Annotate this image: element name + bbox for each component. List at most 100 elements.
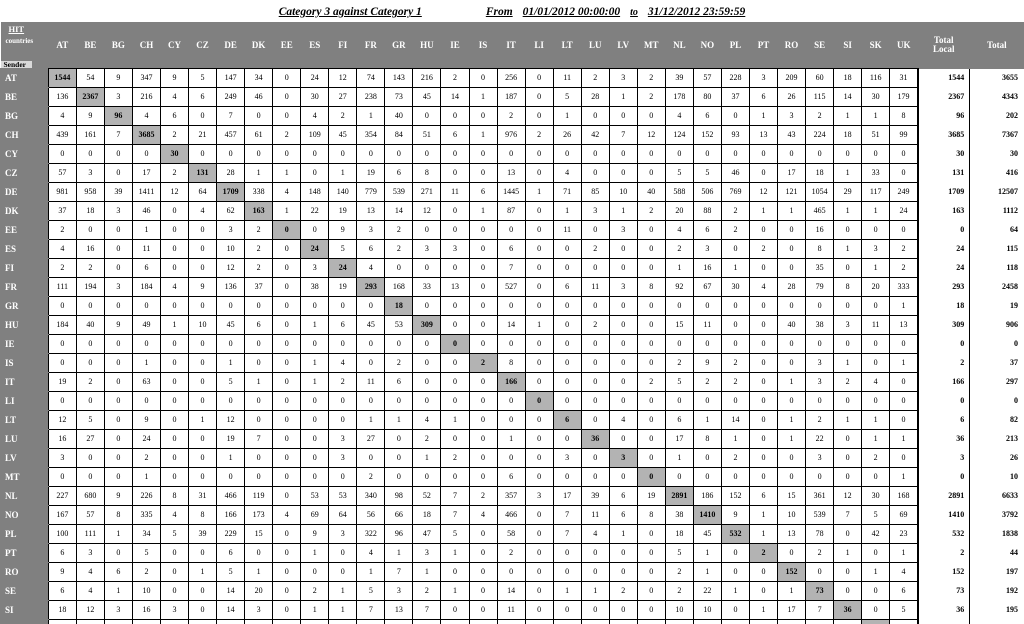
data-cell: 0 [300, 448, 330, 468]
diagonal-cell: 36 [833, 600, 863, 620]
data-cell: 6 [131, 258, 161, 278]
diagonal-cell: 24 [328, 258, 358, 278]
data-cell: 0 [636, 144, 666, 164]
data-cell: 0 [468, 543, 498, 563]
data-cell: 1 [131, 220, 161, 240]
data-cell: 0 [524, 429, 554, 449]
data-cell: 0 [468, 296, 498, 316]
data-cell: 22 [805, 429, 835, 449]
data-cell: 0 [580, 372, 610, 392]
data-cell: 1 [328, 600, 358, 620]
data-cell: 0 [272, 391, 302, 411]
data-cell: 0 [524, 258, 554, 278]
data-cell: 74 [356, 68, 386, 88]
data-cell: 11 [496, 600, 526, 620]
data-cell: 4 [131, 106, 161, 126]
data-cell: 0 [47, 467, 77, 487]
data-cell: 0 [748, 258, 779, 278]
data-cell: 1 [440, 543, 470, 563]
data-cell: 338 [244, 182, 274, 202]
table-row: MT 0 0 0 1 0 0 0 0 0 0 0 2 0 0 0 0 6 0 0 0 0 0 0 0 0 0 0 0 0 0 1 0 10 [0, 467, 1024, 487]
table-row: NL 227 680 9 226 8 31 466 119 0 53 53 340 98 52 7 2 357 3 1… [0, 486, 1024, 506]
data-cell: 361 [805, 486, 835, 506]
data-cell: 0 [216, 144, 246, 164]
data-cell: 1 [748, 106, 779, 126]
data-cell: 527 [496, 277, 526, 297]
data-cell: 8 [159, 486, 190, 506]
data-cell: 0 [188, 429, 218, 449]
data-cell: 1 [131, 353, 161, 373]
row-header-cy: CY [0, 144, 49, 164]
data-cell: 0 [748, 144, 779, 164]
data-cell: 51 [861, 125, 891, 145]
data-cell: 354 [356, 125, 386, 145]
data-cell: 0 [412, 467, 442, 487]
row-header-pl: PL [0, 524, 49, 544]
data-cell: 30 [861, 87, 891, 107]
data-cell: 30 [300, 87, 330, 107]
data-cell: 1 [580, 581, 610, 601]
row-total-local: 3 [916, 448, 971, 468]
data-cell: 0 [300, 391, 330, 411]
data-cell: 1 [524, 315, 554, 335]
data-cell: 7 [412, 600, 442, 620]
data-cell: 2 [384, 353, 414, 373]
data-cell: 56 [356, 505, 386, 525]
diagonal-cell: 18 [384, 296, 414, 316]
data-cell: 0 [861, 296, 891, 316]
data-cell: 57 [75, 505, 105, 525]
data-cell: 6 [496, 467, 526, 487]
column-header-total-local: Total Local [917, 22, 970, 69]
row-total: 12507 [969, 182, 1024, 202]
data-cell: 66 [384, 505, 414, 525]
column-header-lv: LV [609, 22, 638, 69]
row-total-local: 24 [916, 239, 971, 259]
data-cell: 184 [47, 315, 77, 335]
diagonal-cell: 30 [159, 144, 190, 164]
data-cell: 0 [692, 391, 722, 411]
data-cell: 1445 [496, 182, 526, 202]
data-cell: 17 [777, 163, 807, 183]
data-cell: 6 [328, 315, 358, 335]
data-cell: 54 [75, 68, 105, 88]
data-cell: 2 [159, 125, 190, 145]
data-cell: 0 [103, 258, 133, 278]
data-cell: 588 [664, 182, 694, 202]
data-cell: 0 [384, 429, 414, 449]
data-cell: 0 [356, 334, 386, 354]
data-cell: 1 [244, 562, 274, 582]
data-cell: 0 [300, 467, 330, 487]
data-cell: 9 [75, 106, 105, 126]
data-cell: 167 [47, 505, 77, 525]
data-cell: 0 [272, 258, 302, 278]
table-row: FI 2 2 0 6 0 0 12 2 0 3 24 4 0 0 0 0 7 0 0 0 0 0 1 16 1 0 0 35 0 1 2 24 1… [0, 258, 1024, 278]
data-cell: 0 [524, 163, 554, 183]
data-cell: 0 [75, 296, 105, 316]
data-cell: 0 [777, 448, 807, 468]
table-row: IS 0 0 0 1 0 0 1 0 0 1 4 0 2 0 0 2 8 0 0 0 0 0 2 9 2 0 0 3 1 0 1 2 37 [0, 353, 1024, 373]
data-cell: 0 [468, 600, 498, 620]
data-cell: 15 [244, 524, 274, 544]
data-cell: 5 [552, 87, 582, 107]
data-cell: 0 [328, 543, 358, 563]
data-cell: 40 [75, 315, 105, 335]
data-cell: 5 [412, 619, 442, 624]
data-cell: 0 [833, 467, 863, 487]
data-cell: 0 [580, 258, 610, 278]
data-cell: 1 [300, 353, 330, 373]
data-cell: 0 [244, 448, 274, 468]
diagonal-cell: 0 [272, 220, 302, 240]
table-row: IE 0 0 0 0 0 0 0 0 0 0 0 0 0 0 0 0 0 0 0 0 0 0 0 0 0 0 0 0 0 0 0 0 0 [0, 334, 1024, 354]
data-cell: 769 [720, 182, 750, 202]
data-cell: 5 [861, 505, 891, 525]
data-cell: 0 [300, 220, 330, 240]
data-cell: 14 [720, 410, 750, 430]
data-cell: 99 [889, 125, 919, 145]
data-cell: 0 [861, 334, 891, 354]
row-total-local: 309 [916, 315, 971, 335]
data-cell: 0 [720, 315, 750, 335]
table-row: SI 18 12 3 16 3 0 14 3 0 1 1 7 13 7 0 0 11 0 0 0 0 0 10 10 0 1 17 7 3… [0, 600, 1024, 620]
data-cell: 0 [412, 296, 442, 316]
data-cell: 0 [103, 220, 133, 240]
data-cell: 1 [356, 106, 386, 126]
